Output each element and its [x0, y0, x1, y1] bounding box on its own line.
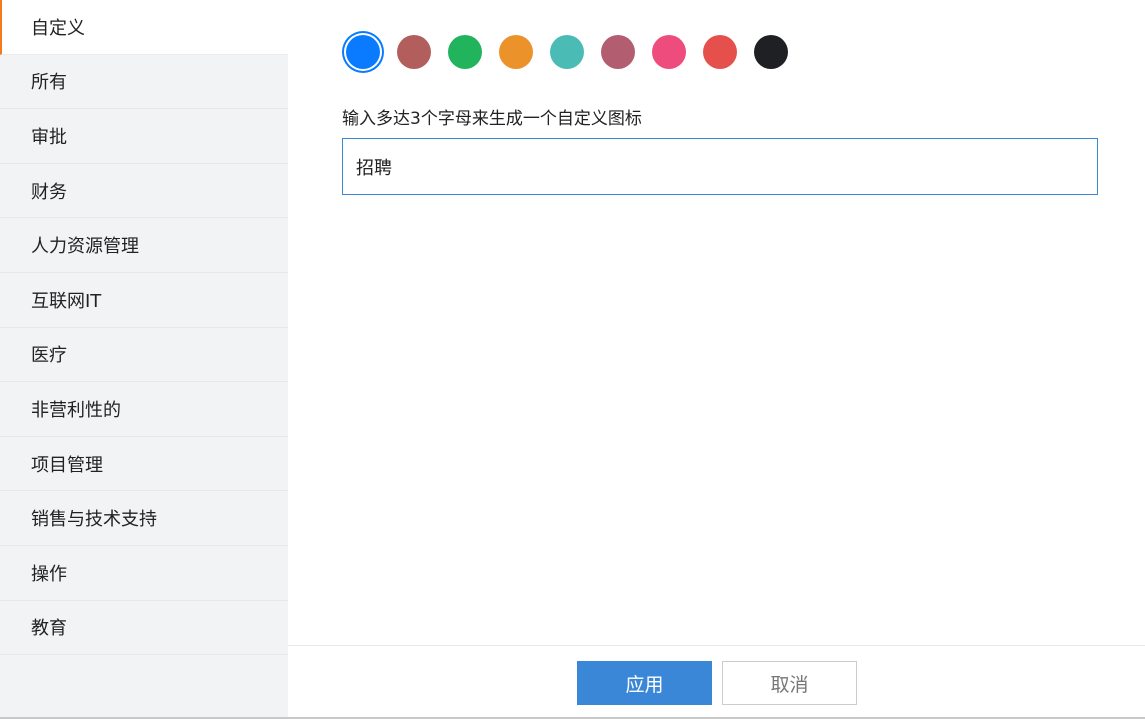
category-sidebar: 自定义 所有 审批 财务 人力资源管理 互联网IT 医疗 非营利性的 项目管理 销售与技术支持 操作… [0, 0, 288, 717]
sidebar-item[interactable]: 自定义 [0, 0, 288, 55]
sidebar-item[interactable]: 人力资源管理 [0, 218, 288, 273]
icon-text-label: 输入多达3个字母来生成一个自定义图标 [342, 109, 642, 129]
color-swatch[interactable] [550, 35, 584, 69]
sidebar-item[interactable]: 操作 [0, 546, 288, 601]
cancel-button[interactable]: 取消 [722, 661, 857, 705]
sidebar-item[interactable]: 项目管理 [0, 437, 288, 492]
color-swatch[interactable] [754, 35, 788, 69]
sidebar-item[interactable]: 销售与技术支持 [0, 491, 288, 546]
color-swatch[interactable] [601, 35, 635, 69]
color-swatch[interactable] [652, 35, 686, 69]
sidebar-item[interactable]: 医疗 [0, 328, 288, 383]
icon-text-input[interactable] [342, 138, 1098, 195]
color-swatch[interactable] [397, 35, 431, 69]
color-picker [346, 35, 788, 69]
color-swatch[interactable] [703, 35, 737, 69]
sidebar-item[interactable]: 财务 [0, 164, 288, 219]
sidebar-item[interactable]: 审批 [0, 109, 288, 164]
sidebar-item[interactable]: 所有 [0, 55, 288, 110]
color-swatch[interactable] [346, 35, 380, 69]
sidebar-item[interactable]: 非营利性的 [0, 382, 288, 437]
color-swatch[interactable] [448, 35, 482, 69]
sidebar-item[interactable]: 教育 [0, 601, 288, 656]
dialog-footer: 应用 取消 [288, 645, 1145, 718]
sidebar-item[interactable]: 互联网IT [0, 273, 288, 328]
apply-button[interactable]: 应用 [577, 661, 712, 705]
color-swatch[interactable] [499, 35, 533, 69]
